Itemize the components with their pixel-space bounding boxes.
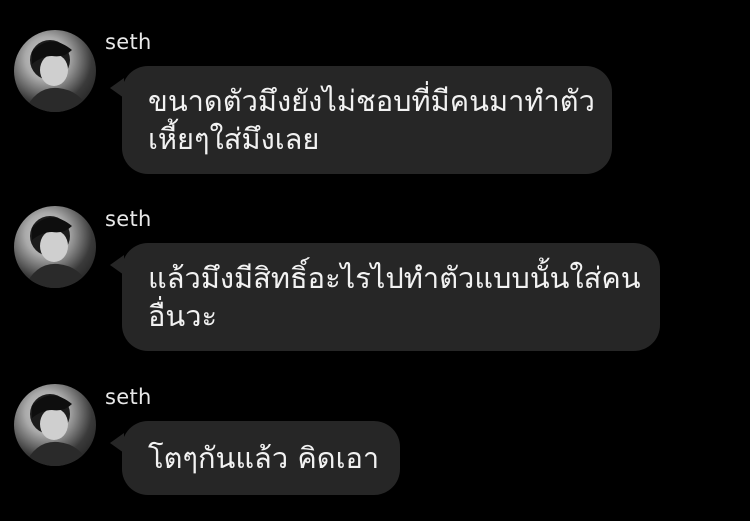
- message-text-line: แล้วมึงมีสิทธิ์อะไรไปทำตัวแบบนั้นใส่คน: [148, 261, 641, 295]
- bubble-tail: [110, 78, 124, 98]
- avatar[interactable]: [14, 30, 96, 112]
- sender-name: seth: [105, 207, 152, 231]
- bubble-tail: [110, 255, 124, 275]
- sender-name: seth: [105, 30, 152, 54]
- avatar-photo-icon: [24, 40, 90, 112]
- message-text-line: ขนาดตัวมึงยังไม่ชอบที่มีคนมาทำตัว: [148, 84, 595, 118]
- avatar-photo-icon: [24, 394, 90, 466]
- message-bubble[interactable]: แล้วมึงมีสิทธิ์อะไรไปทำตัวแบบนั้นใส่คน อ…: [110, 243, 660, 351]
- avatar[interactable]: [14, 206, 96, 288]
- avatar[interactable]: [14, 384, 96, 466]
- chat-thread: seth ขนาดตัวมึงยังไม่ชอบที่มีคนมาทำตัว เ…: [0, 0, 750, 521]
- bubble-tail: [110, 433, 124, 453]
- message-text-line: โตๆกันแล้ว คิดเอา: [148, 441, 380, 475]
- message-bubble[interactable]: โตๆกันแล้ว คิดเอา: [110, 421, 400, 495]
- avatar-photo-icon: [24, 216, 90, 288]
- sender-name: seth: [105, 385, 152, 409]
- message-text-line: เหี้ยๆใส่มึงเลย: [148, 122, 320, 156]
- message-text-line: อื่นวะ: [148, 299, 218, 333]
- message-bubble[interactable]: ขนาดตัวมึงยังไม่ชอบที่มีคนมาทำตัว เหี้ยๆ…: [110, 66, 612, 174]
